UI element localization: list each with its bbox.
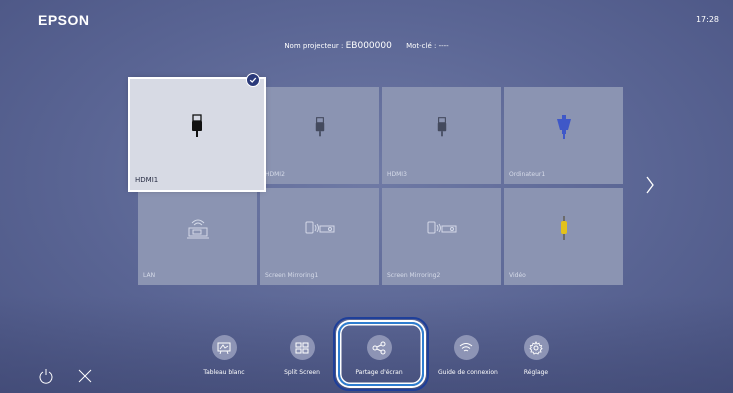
- source-label: Screen Mirroring2: [387, 272, 441, 279]
- source-tile-screen-mirroring1[interactable]: Screen Mirroring1: [260, 188, 379, 285]
- projector-name-label: Nom projecteur :: [284, 42, 344, 50]
- source-tile-lan[interactable]: LAN: [138, 188, 257, 285]
- source-tile-video[interactable]: Vidéo: [504, 188, 623, 285]
- source-label: Ordinateur1: [509, 171, 546, 178]
- source-label: LAN: [143, 272, 156, 279]
- source-tile-hdmi1[interactable]: HDMI1: [130, 73, 264, 190]
- keyword-value: ----: [438, 42, 449, 50]
- dock-label: Split Screen: [284, 369, 320, 376]
- split-screen-icon: [289, 335, 315, 360]
- rca-video-icon: [504, 188, 623, 267]
- lan-icon: [138, 188, 257, 267]
- dock-label: Partage d'écran: [355, 369, 403, 376]
- projector-name-value: EB000000: [345, 41, 392, 51]
- projector-info: Nom projecteur : EB000000 Mot-clé : ----: [0, 41, 733, 51]
- dock-label: Réglage: [523, 369, 549, 376]
- hdmi-icon: [130, 79, 264, 172]
- source-tile-hdmi2[interactable]: HDMI2: [260, 87, 379, 184]
- source-tile-screen-mirroring2[interactable]: Screen Mirroring2: [382, 188, 501, 285]
- close-icon[interactable]: [77, 368, 93, 388]
- connection-guide-button[interactable]: Guide de connexion: [438, 335, 498, 385]
- source-label: Vidéo: [509, 272, 526, 279]
- power-icon[interactable]: [38, 368, 54, 388]
- next-page-chevron-icon[interactable]: [645, 175, 655, 199]
- screen-share-button[interactable]: Partage d'écran: [351, 335, 407, 385]
- source-grid: HDMI1 HDMI2 HDMI3 Ordinateur1 LAN Screen…: [130, 73, 624, 285]
- source-label: Screen Mirroring1: [265, 272, 319, 279]
- source-tile-ordinateur1[interactable]: Ordinateur1: [504, 87, 623, 184]
- source-label: HDMI2: [265, 171, 285, 178]
- screen-mirroring-icon: [260, 188, 379, 267]
- clock: 17:28: [695, 15, 719, 24]
- wireless-icon: [453, 335, 479, 360]
- source-tile-hdmi3[interactable]: HDMI3: [382, 87, 501, 184]
- dock-label: Tableau blanc: [203, 369, 245, 376]
- hdmi-icon: [260, 87, 379, 166]
- keyword-label: Mot-clé :: [406, 42, 437, 50]
- source-label: HDMI1: [135, 176, 159, 184]
- whiteboard-icon: [211, 335, 237, 360]
- dock-label: Guide de connexion: [438, 369, 498, 376]
- epson-logo: EPSON: [38, 12, 90, 28]
- screen-mirroring-icon: [382, 188, 501, 267]
- gear-icon: [523, 335, 549, 360]
- hdmi-icon: [382, 87, 501, 166]
- split-screen-button[interactable]: Split Screen: [274, 335, 330, 385]
- share-icon: [366, 335, 392, 360]
- vga-icon: [504, 87, 623, 166]
- settings-button[interactable]: Réglage: [508, 335, 564, 385]
- whiteboard-button[interactable]: Tableau blanc: [196, 335, 252, 385]
- source-label: HDMI3: [387, 171, 407, 178]
